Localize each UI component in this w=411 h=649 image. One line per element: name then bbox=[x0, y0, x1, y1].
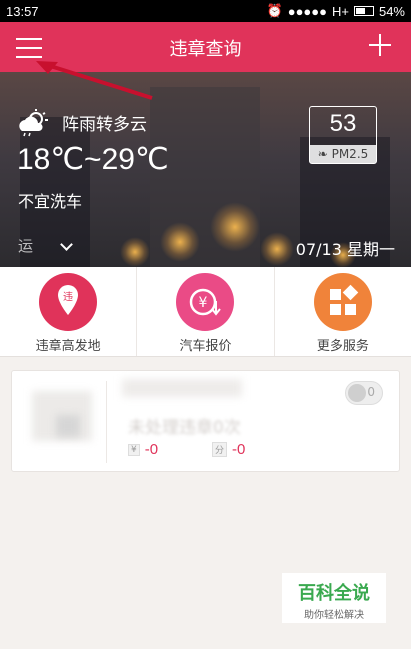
status-indicators: ⏰ ●●●●● H+ 54% bbox=[267, 3, 405, 19]
page-title: 违章查询 bbox=[169, 39, 242, 60]
toggle-count: 0 bbox=[367, 385, 375, 399]
status-bar: 13:57 ⏰ ●●●●● H+ 54% bbox=[0, 0, 411, 22]
watermark-logo: 百科全说 助你轻松解决 bbox=[282, 573, 386, 623]
aqi-label: ❧ PM2.5 bbox=[310, 145, 376, 163]
service-violation-hotspots[interactable]: 违 违章高发地 bbox=[0, 267, 138, 356]
violation-count-text: 未处理违章0次 bbox=[128, 418, 241, 438]
annotation-arrow bbox=[36, 61, 153, 100]
alarm-icon: ⏰ bbox=[266, 3, 283, 18]
signal-dots-icon: ●●●●● bbox=[287, 3, 327, 19]
service-label: 更多服务 bbox=[316, 339, 369, 354]
violation-pin-icon: 违 bbox=[39, 273, 98, 331]
car-thumbnail-blurred bbox=[56, 415, 80, 437]
city-light bbox=[260, 232, 294, 266]
status-time: 13:57 bbox=[6, 3, 39, 19]
weather-condition: 阵雨转多云 bbox=[62, 115, 147, 135]
fine-stat: ¥ -0 bbox=[128, 441, 158, 458]
points-value: -0 bbox=[232, 441, 246, 458]
air-quality-badge: 53 ❧ PM2.5 bbox=[309, 106, 377, 164]
add-icon[interactable] bbox=[369, 34, 391, 56]
fine-tag: ¥ bbox=[128, 443, 140, 456]
notification-toggle[interactable]: 0 bbox=[345, 381, 383, 405]
svg-text:违: 违 bbox=[63, 291, 73, 303]
service-label: 汽车报价 bbox=[179, 339, 232, 354]
aqi-value: 53 bbox=[329, 110, 357, 137]
car-wash-advice: 不宜洗车 bbox=[18, 192, 83, 211]
service-car-prices[interactable]: ¥ 汽车报价 bbox=[137, 267, 275, 356]
plate-number-blurred bbox=[122, 379, 242, 397]
city-light bbox=[120, 237, 150, 267]
more-grid-icon bbox=[313, 273, 372, 331]
weather-panel[interactable]: 阵雨转多云 18℃~29℃ 不宜洗车 53 ❧ PM2.5 运 07/13 星期… bbox=[0, 72, 411, 267]
leaf-icon: ❧ bbox=[317, 147, 328, 161]
temperature-range: 18℃~29℃ bbox=[17, 143, 169, 176]
city-light bbox=[160, 222, 200, 262]
service-label: 违章高发地 bbox=[35, 339, 101, 354]
watermark-title: 百科全说 bbox=[298, 583, 370, 604]
fine-value: -0 bbox=[144, 441, 159, 458]
smiley-icon bbox=[348, 384, 366, 402]
vehicle-record-card[interactable]: 未处理违章0次 0 ¥ -0 分 -0 bbox=[11, 370, 400, 472]
service-more[interactable]: 更多服务 bbox=[275, 267, 411, 356]
city-light bbox=[210, 202, 260, 252]
services-row: 违 违章高发地 ¥ 汽车报价 更多服务 bbox=[0, 267, 411, 357]
battery-icon bbox=[353, 6, 374, 16]
card-divider bbox=[106, 381, 107, 463]
points-tag: 分 bbox=[212, 442, 228, 457]
svg-text:¥: ¥ bbox=[199, 295, 208, 311]
location-label[interactable]: 运 bbox=[18, 235, 33, 256]
battery-level: 54% bbox=[378, 3, 405, 19]
date-label: 07/13 星期一 bbox=[295, 240, 395, 259]
watermark-subtitle: 助你轻松解决 bbox=[304, 610, 364, 621]
rain-cloud-icon bbox=[19, 109, 48, 137]
points-stat: 分 -0 bbox=[212, 441, 245, 458]
price-yen-icon: ¥ bbox=[176, 273, 235, 331]
network-type: H+ bbox=[331, 3, 349, 19]
